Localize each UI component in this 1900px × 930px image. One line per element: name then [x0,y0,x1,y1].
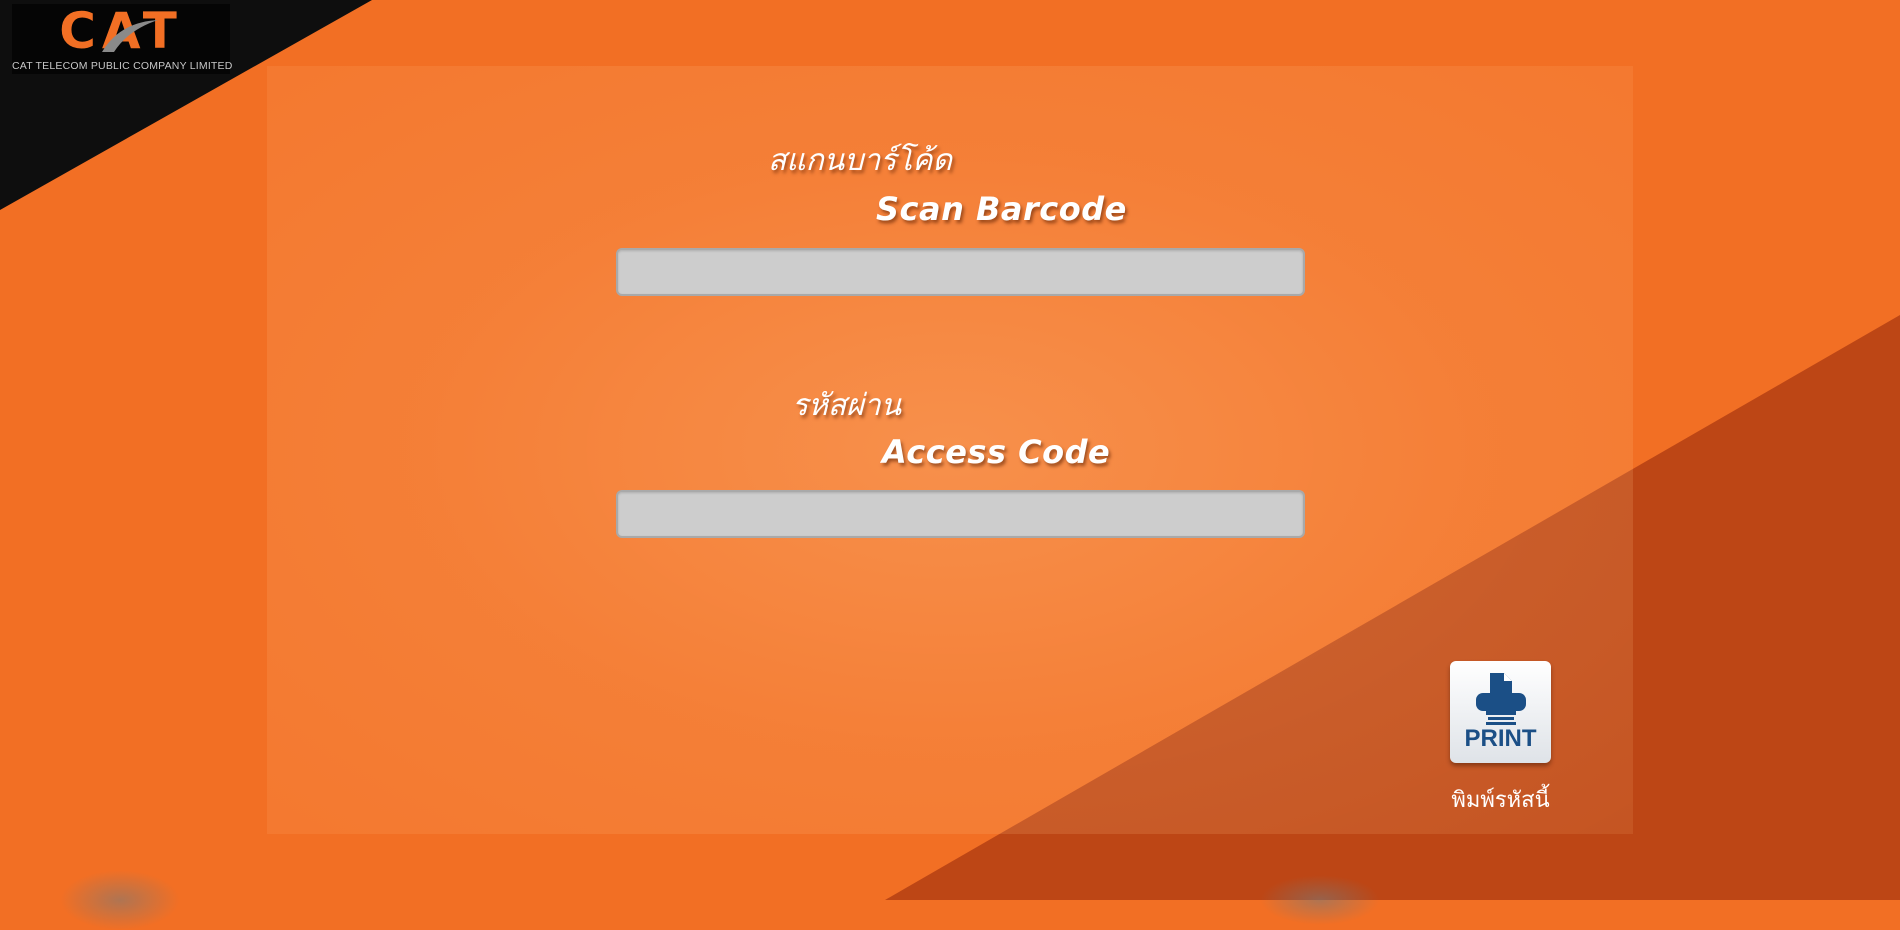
access-label-en: Access Code [882,433,1111,471]
bottom-shadow-right [1260,875,1380,925]
scan-label-en: Scan Barcode [876,190,1127,228]
access-label-thai: รหัสผ่าน [792,388,902,423]
cat-logo: CAT CAT TELECOM PUBLIC COMPANY LIMITED [12,4,233,74]
company-name: CAT TELECOM PUBLIC COMPANY LIMITED [12,60,233,72]
print-button[interactable]: PRINT [1450,661,1551,763]
bottom-shadow-left [60,870,180,930]
scan-label-thai: สแกนบาร์โค้ด [768,143,952,178]
print-caption: พิมพ์รหัสนี้ [1451,788,1550,813]
print-button-label: PRINT [1464,725,1537,752]
printer-icon [1476,673,1526,725]
logo-swoosh-icon [102,20,158,52]
scan-barcode-input[interactable] [616,248,1305,296]
access-code-input[interactable] [616,490,1305,538]
